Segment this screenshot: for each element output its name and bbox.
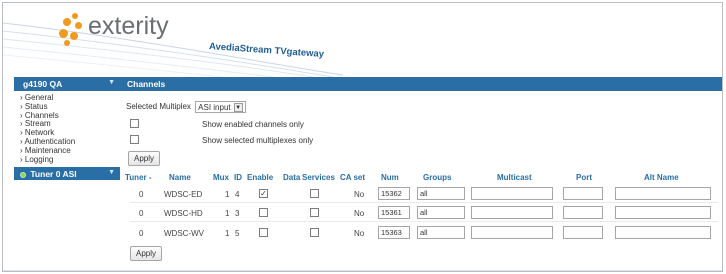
show-enabled-checkbox[interactable] <box>130 119 139 128</box>
show-enabled-label: Show enabled channels only <box>202 120 304 129</box>
app-frame: exterity AvediaStream TVgateway g4190 QA… <box>2 2 723 272</box>
groups-input[interactable]: all <box>417 206 465 219</box>
show-selected-label: Show selected multiplexes only <box>202 136 314 145</box>
data-checkbox[interactable] <box>310 208 319 217</box>
column-header-ca-set: CA set <box>340 173 366 182</box>
multiplex-row: Selected Multiplex ASI input ▼ <box>126 101 246 113</box>
alt-name-input[interactable] <box>615 226 711 239</box>
sidebar-menu: › General › Status › Channels › Stream ›… <box>14 91 120 168</box>
cell-name: WDSC-WV <box>164 229 204 238</box>
num-input[interactable]: 15361 <box>378 206 410 219</box>
cell-mux: 1 <box>225 229 230 238</box>
cell-tuner: 0 <box>139 229 144 238</box>
column-header-tuner[interactable]: Tuner - <box>125 173 152 182</box>
show-selected-checkbox[interactable] <box>130 135 139 144</box>
chevron-down-icon[interactable]: ▼ <box>108 79 115 86</box>
multiplex-label: Selected Multiplex <box>126 102 191 112</box>
column-header-name: Name <box>169 173 191 182</box>
column-header-multicast: Multicast <box>497 173 532 182</box>
cell-ca-set: No <box>354 229 365 238</box>
tuner-label: Tuner 0 ASI <box>30 169 77 180</box>
port-input[interactable] <box>563 187 603 200</box>
alt-name-input[interactable] <box>615 206 711 219</box>
enable-checkbox[interactable] <box>259 228 268 237</box>
column-header-num: Num <box>381 173 399 182</box>
header: exterity AvediaStream TVgateway <box>3 3 722 77</box>
num-input[interactable]: 15362 <box>378 187 410 200</box>
column-header-mux: Mux <box>213 173 229 182</box>
cell-mux: 1 <box>225 190 230 199</box>
enable-checkbox[interactable] <box>259 208 268 217</box>
sidebar: g4190 QA ▼ › General › Status › Channels… <box>14 77 120 181</box>
cell-id: 3 <box>235 209 240 218</box>
data-checkbox[interactable] <box>310 189 319 198</box>
data-checkbox[interactable] <box>310 228 319 237</box>
column-header-id: ID <box>234 173 242 182</box>
cell-tuner: 0 <box>139 190 144 199</box>
device-header[interactable]: g4190 QA ▼ <box>14 77 120 91</box>
column-header-port: Port <box>576 173 592 182</box>
alt-name-input[interactable] <box>615 187 711 200</box>
multiplex-select[interactable]: ASI input ▼ <box>195 101 246 113</box>
groups-input[interactable]: all <box>417 226 465 239</box>
cell-mux: 1 <box>225 209 230 218</box>
cell-tuner: 0 <box>139 209 144 218</box>
device-name: g4190 QA <box>23 79 63 89</box>
apply-bottom-button[interactable]: Apply <box>130 246 163 261</box>
multicast-input[interactable] <box>471 226 553 239</box>
cell-ca-set: No <box>354 209 365 218</box>
chevron-down-icon: ▼ <box>233 103 243 112</box>
sidebar-item-logging[interactable]: › Logging <box>20 155 120 165</box>
port-input[interactable] <box>563 226 603 239</box>
footer-divider <box>3 270 722 271</box>
apply-button[interactable]: Apply <box>128 151 161 166</box>
column-header-data: Data <box>283 173 301 182</box>
multicast-input[interactable] <box>471 206 553 219</box>
multicast-input[interactable] <box>471 187 553 200</box>
cell-name: WDSC-HD <box>164 209 203 218</box>
cell-ca-set: No <box>354 190 365 199</box>
column-header-services: Services <box>302 173 335 182</box>
status-dot-icon <box>20 172 26 179</box>
tuner-header[interactable]: Tuner 0 ASI ▼ <box>14 167 120 181</box>
enable-checkbox[interactable]: ✓ <box>259 189 268 198</box>
chevron-down-icon[interactable]: ▼ <box>108 169 115 176</box>
logo-dots-icon <box>57 13 87 46</box>
column-header-enable: Enable <box>247 173 274 182</box>
cell-id: 5 <box>235 229 240 238</box>
logo-text: exterity <box>88 12 169 40</box>
port-input[interactable] <box>563 206 603 219</box>
column-header-alt-name: Alt Name <box>644 173 679 182</box>
cell-id: 4 <box>235 190 240 199</box>
num-input[interactable]: 15363 <box>378 226 410 239</box>
channels-panel: Selected Multiplex ASI input ▼ Show enabl… <box>120 91 722 271</box>
exterity-logo: exterity <box>57 11 177 47</box>
page-title: Channels <box>120 77 722 91</box>
cell-name: WDSC-ED <box>164 190 203 199</box>
column-header-groups: Groups <box>423 173 452 182</box>
row-divider <box>130 202 718 203</box>
row-divider <box>130 221 718 222</box>
groups-input[interactable]: all <box>417 187 465 200</box>
